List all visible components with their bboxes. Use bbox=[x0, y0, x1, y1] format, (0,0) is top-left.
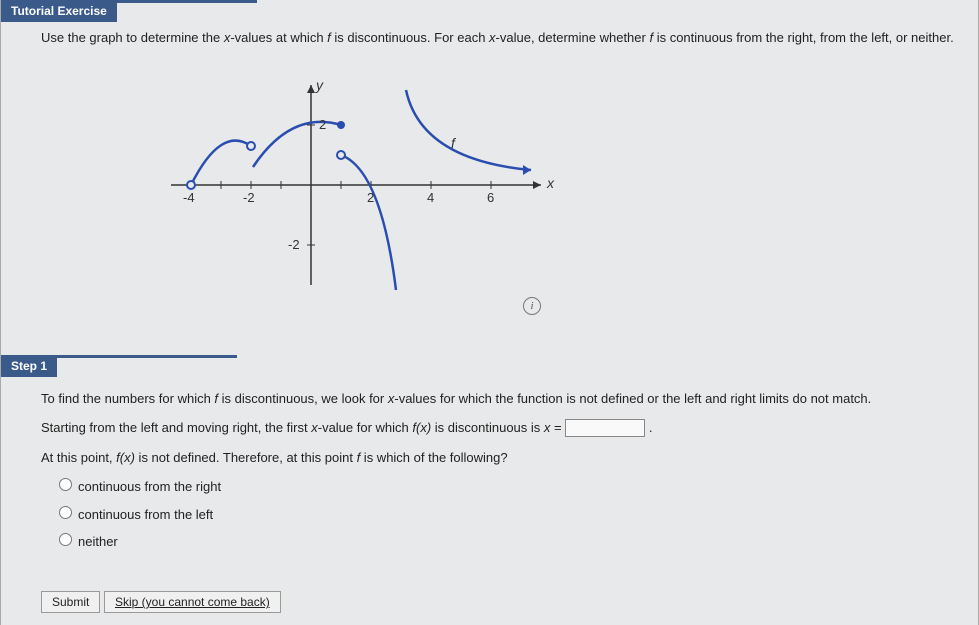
function-label: f bbox=[451, 135, 455, 151]
submit-button[interactable]: Submit bbox=[41, 591, 100, 613]
text: To find the numbers for which bbox=[41, 391, 214, 406]
button-row: Submit Skip (you cannot come back) bbox=[41, 591, 978, 625]
radio-right[interactable] bbox=[59, 478, 72, 491]
graph-svg bbox=[121, 55, 601, 305]
xtick-2: 2 bbox=[367, 190, 374, 205]
text: -values at which bbox=[230, 30, 327, 45]
step1-line2: Starting from the left and moving right,… bbox=[41, 416, 954, 439]
skip-button[interactable]: Skip (you cannot come back) bbox=[104, 591, 281, 613]
text: is which of the following? bbox=[360, 450, 507, 465]
text: -values for which the function is not de… bbox=[394, 391, 871, 406]
step1-header: Step 1 bbox=[1, 355, 57, 377]
options-group: continuous from the right continuous fro… bbox=[59, 475, 954, 553]
tutorial-container: Tutorial Exercise Use the graph to deter… bbox=[0, 0, 979, 625]
xtick-4: 4 bbox=[427, 190, 434, 205]
text: is continuous from the right, from the l… bbox=[653, 30, 954, 45]
option-left[interactable]: continuous from the left bbox=[59, 503, 954, 526]
xtick-neg4: -4 bbox=[183, 190, 195, 205]
option-label: continuous from the right bbox=[78, 479, 221, 494]
ytick-2: 2 bbox=[319, 117, 326, 132]
text: is not defined. Therefore, at this point bbox=[135, 450, 357, 465]
x-value-input[interactable] bbox=[565, 419, 645, 437]
x-axis-label: x bbox=[547, 175, 554, 191]
radio-left[interactable] bbox=[59, 506, 72, 519]
text: . bbox=[645, 420, 652, 435]
ytick-neg2: -2 bbox=[288, 237, 300, 252]
var-fx: f(x) bbox=[412, 420, 431, 435]
xtick-neg2: -2 bbox=[243, 190, 255, 205]
text: is discontinuous. For each bbox=[331, 30, 489, 45]
accent-bar bbox=[57, 355, 237, 358]
step1-body: To find the numbers for which f is disco… bbox=[1, 377, 978, 573]
graph: y x f -4 -2 2 4 6 2 -2 i bbox=[121, 55, 601, 305]
step1-line3: At this point, f(x) is not defined. Ther… bbox=[41, 446, 954, 469]
text: is discontinuous, we look for bbox=[218, 391, 388, 406]
step1-header-row: Step 1 bbox=[1, 355, 978, 377]
text: is discontinuous is bbox=[431, 420, 544, 435]
option-neither[interactable]: neither bbox=[59, 530, 954, 553]
text: Use the graph to determine the bbox=[41, 30, 224, 45]
tutorial-header-row: Tutorial Exercise bbox=[1, 0, 978, 22]
accent-bar bbox=[117, 0, 257, 3]
step1-line1: To find the numbers for which f is disco… bbox=[41, 387, 954, 410]
text: At this point, bbox=[41, 450, 116, 465]
radio-neither[interactable] bbox=[59, 533, 72, 546]
tutorial-header: Tutorial Exercise bbox=[1, 0, 117, 22]
step1-section: Step 1 To find the numbers for which f i… bbox=[1, 355, 978, 573]
info-icon[interactable]: i bbox=[523, 297, 541, 315]
tutorial-content: Use the graph to determine the x -values … bbox=[1, 22, 978, 325]
option-label: continuous from the left bbox=[78, 507, 213, 522]
option-right[interactable]: continuous from the right bbox=[59, 475, 954, 498]
option-label: neither bbox=[78, 534, 118, 549]
text: -value for which bbox=[318, 420, 413, 435]
y-axis-label: y bbox=[316, 77, 323, 93]
text: = bbox=[550, 420, 565, 435]
var-fx: f(x) bbox=[116, 450, 135, 465]
text: -value, determine whether bbox=[496, 30, 650, 45]
xtick-6: 6 bbox=[487, 190, 494, 205]
text: Starting from the left and moving right,… bbox=[41, 420, 311, 435]
instruction-text: Use the graph to determine the x-values … bbox=[41, 30, 954, 45]
